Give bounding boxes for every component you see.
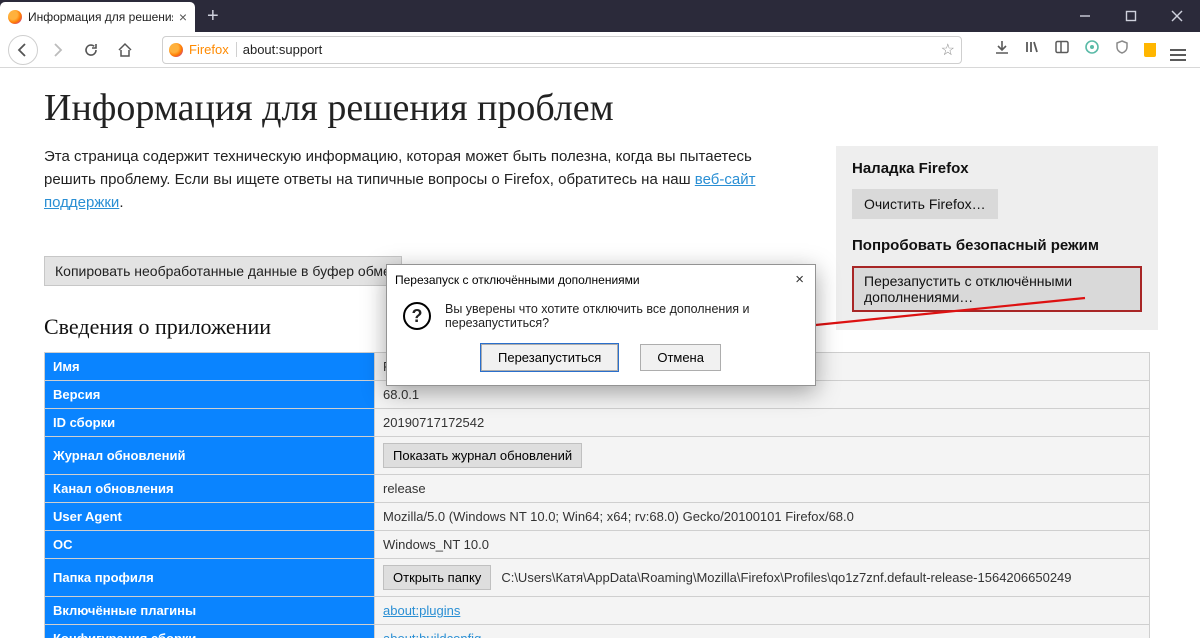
table-row: Папка профиля Открыть папкуC:\Users\Катя… <box>45 559 1150 597</box>
window-maximize[interactable] <box>1108 0 1154 32</box>
side-h1: Наладка Firefox <box>852 160 1142 177</box>
restart-without-addons-button[interactable]: Перезапустить с отключёнными дополнениям… <box>852 266 1142 312</box>
titlebar: Информация для решения пр × + <box>0 0 1200 32</box>
sidebar-box: Наладка Firefox Очистить Firefox… Попроб… <box>836 146 1158 330</box>
dialog-title: Перезапуск с отключёнными дополнениями <box>395 273 640 287</box>
browser-tab[interactable]: Информация для решения пр × <box>0 2 195 32</box>
intro-text: Эта страница содержит техническую информ… <box>44 148 752 188</box>
profile-path: C:\Users\Катя\AppData\Roaming\Mozilla\Fi… <box>501 570 1071 585</box>
pocket-icon[interactable] <box>1144 43 1156 57</box>
intro-suffix: . <box>119 194 123 211</box>
table-row: Включённые плагины about:plugins <box>45 597 1150 625</box>
toolbar-right <box>994 38 1186 61</box>
table-row: ОСWindows_NT 10.0 <box>45 531 1150 559</box>
open-profile-folder-button[interactable]: Открыть папку <box>383 565 491 590</box>
firefox-icon <box>169 43 183 57</box>
reload-button[interactable] <box>76 35 106 65</box>
page-title: Информация для решения проблем <box>44 86 1200 130</box>
sidebar-icon[interactable] <box>1054 39 1070 60</box>
window-controls <box>1062 0 1200 32</box>
tab-title: Информация для решения пр <box>28 10 173 24</box>
address-bar[interactable]: Firefox about:support ☆ <box>162 36 962 64</box>
page-intro: Эта страница содержит техническую информ… <box>44 146 764 214</box>
bookmark-star-icon[interactable]: ☆ <box>941 40 955 60</box>
dialog-titlebar: Перезапуск с отключёнными дополнениями × <box>387 265 815 294</box>
dialog-close-icon[interactable]: × <box>792 271 807 288</box>
address-url: about:support <box>243 42 935 57</box>
nav-toolbar: Firefox about:support ☆ <box>0 32 1200 68</box>
firefox-icon <box>8 10 22 24</box>
table-row: Журнал обновлений Показать журнал обновл… <box>45 437 1150 475</box>
dialog-ok-button[interactable]: Перезапуститься <box>481 344 618 371</box>
address-brand: Firefox <box>189 42 237 57</box>
forward-button[interactable] <box>42 35 72 65</box>
shield-icon[interactable] <box>1114 39 1130 60</box>
app-info-table: ИмяFirefox Версия68.0.1 ID сборки2019071… <box>44 352 1150 638</box>
menu-button[interactable] <box>1170 38 1186 61</box>
table-row: User AgentMozilla/5.0 (Windows NT 10.0; … <box>45 503 1150 531</box>
show-update-log-button[interactable]: Показать журнал обновлений <box>383 443 582 468</box>
dialog-cancel-button[interactable]: Отмена <box>640 344 721 371</box>
downloads-icon[interactable] <box>994 39 1010 60</box>
window-minimize[interactable] <box>1062 0 1108 32</box>
library-icon[interactable] <box>1024 39 1040 60</box>
plugins-link[interactable]: about:plugins <box>383 603 460 618</box>
home-button[interactable] <box>110 35 140 65</box>
close-tab-icon[interactable]: × <box>179 9 187 25</box>
window-close[interactable] <box>1154 0 1200 32</box>
side-h2: Попробовать безопасный режим <box>852 237 1142 254</box>
buildconfig-link[interactable]: about:buildconfig <box>383 631 481 638</box>
new-tab-button[interactable]: + <box>207 5 219 28</box>
table-row: Канал обновленияrelease <box>45 475 1150 503</box>
table-row: Конфигурация сборки about:buildconfig <box>45 625 1150 638</box>
extension-icon[interactable] <box>1084 39 1100 60</box>
back-button[interactable] <box>8 35 38 65</box>
question-icon: ? <box>403 302 431 330</box>
table-row: ID сборки20190717172542 <box>45 409 1150 437</box>
dialog-message: Вы уверены что хотите отключить все допо… <box>445 302 799 330</box>
confirm-dialog: Перезапуск с отключёнными дополнениями ×… <box>386 264 816 386</box>
copy-raw-button[interactable]: Копировать необработанные данные в буфер… <box>44 256 402 286</box>
refresh-firefox-button[interactable]: Очистить Firefox… <box>852 189 998 219</box>
